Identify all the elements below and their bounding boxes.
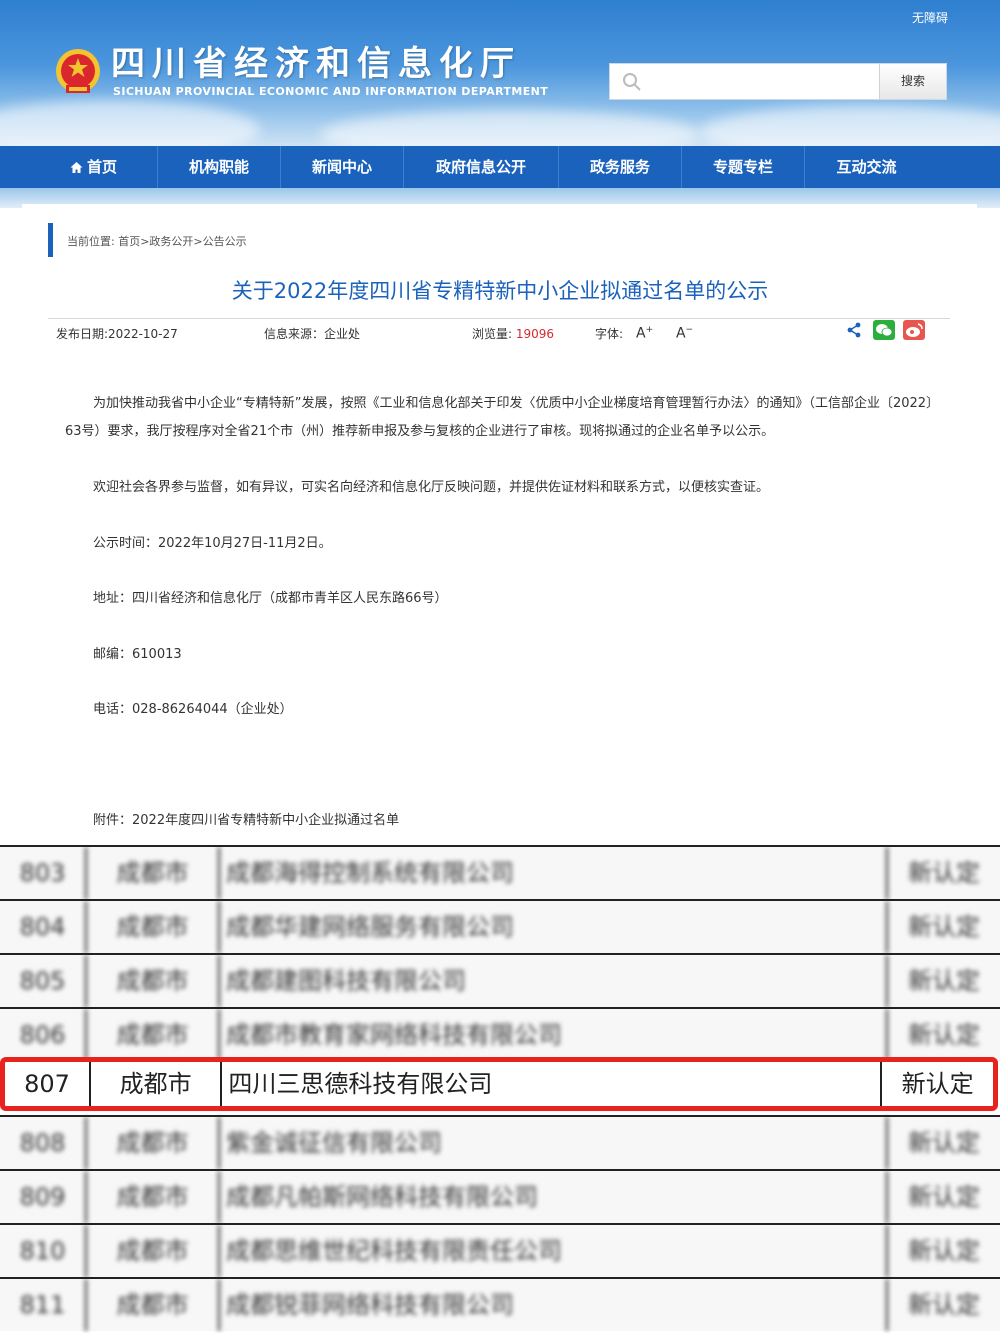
article-paragraph: 欢迎社会各界参与监督，如有异议，可实名向经济和信息化厅反映问题，并提供佐证材料和… xyxy=(93,480,770,495)
row-company: 成都建图科技有限公司 xyxy=(220,955,888,1007)
search-box: 搜索 xyxy=(609,63,947,100)
attachment-link[interactable]: 附件：2022年度四川省专精特新中小企业拟通过名单 xyxy=(65,807,940,835)
search-input[interactable] xyxy=(654,68,874,96)
view-count: 浏览量: 19096 xyxy=(472,325,554,342)
row-number: 806 xyxy=(0,1009,87,1061)
header-cloud xyxy=(0,100,260,146)
font-size-label: 字体: xyxy=(595,327,624,341)
nav-item-gov-info[interactable]: 政府信息公开 xyxy=(404,146,559,188)
row-number: 808 xyxy=(0,1117,87,1169)
meta-divider xyxy=(48,318,950,319)
nav-item-home[interactable]: 首页 xyxy=(30,146,158,188)
row-number: 804 xyxy=(0,901,87,953)
article-paragraph: 电话：028-86264044（企业处） xyxy=(93,702,293,717)
nav-item-label: 互动交流 xyxy=(836,158,897,176)
row-number: 803 xyxy=(0,847,87,899)
table-row: 806 成都市 成都市教育家网络科技有限公司 新认定 xyxy=(0,1007,1000,1061)
row-status: 新认定 xyxy=(908,1291,980,1319)
table-row: 804 成都市 成都华建网络服务有限公司 新认定 xyxy=(0,899,1000,953)
header-cloud xyxy=(320,110,700,146)
table-row: 811 成都市 成都锐菲网络科技有限公司 新认定 xyxy=(0,1277,1000,1331)
table-row: 810 成都市 成都思维世纪科技有限责任公司 新认定 xyxy=(0,1223,1000,1277)
breadcrumb-accent xyxy=(48,223,53,257)
site-subtitle: SICHUAN PROVINCIAL ECONOMIC AND INFORMAT… xyxy=(113,85,549,98)
row-number: 810 xyxy=(0,1225,87,1277)
font-increase-button[interactable]: A+ xyxy=(636,325,653,342)
row-status: 新认定 xyxy=(908,913,980,941)
view-count-label: 浏览量: xyxy=(472,327,513,341)
row-city: 成都市 xyxy=(87,1279,220,1331)
article-paragraph: 为加快推动我省中小企业“专精特新”发展，按照《工业和信息化部关于印发〈优质中小企… xyxy=(65,396,940,439)
main-nav: 首页 机构职能 新闻中心 政府信息公开 政务服务 专题专栏 互动交流 xyxy=(0,146,1000,188)
nav-item-label: 机构职能 xyxy=(188,158,249,176)
wechat-share-icon[interactable] xyxy=(873,320,895,340)
search-icon xyxy=(623,73,641,91)
site-title[interactable]: 四川省经济和信息化厅 xyxy=(111,44,521,84)
row-company: 成都市教育家网络科技有限公司 xyxy=(220,1009,888,1061)
row-city: 成都市 xyxy=(87,1117,220,1169)
nav-item-label: 专题专栏 xyxy=(712,158,773,176)
row-company: 成都锐菲网络科技有限公司 xyxy=(220,1279,888,1331)
row-city: 成都市 xyxy=(87,1171,220,1223)
row-number: 811 xyxy=(0,1279,87,1331)
table-row: 809 成都市 成都凡帕斯网络科技有限公司 新认定 xyxy=(0,1169,1000,1223)
row-company: 成都思维世纪科技有限责任公司 xyxy=(220,1225,888,1277)
nav-item-label: 政务服务 xyxy=(589,158,650,176)
info-source: 信息来源：企业处 xyxy=(264,327,361,341)
view-count-value: 19096 xyxy=(515,327,555,341)
publish-date: 发布日期:2022-10-27 xyxy=(56,327,178,341)
table-row: 805 成都市 成都建图科技有限公司 新认定 xyxy=(0,953,1000,1007)
row-number: 809 xyxy=(0,1171,87,1223)
nav-item-label: 新闻中心 xyxy=(311,158,372,176)
national-emblem-icon xyxy=(56,49,100,93)
row-status: 新认定 xyxy=(908,1129,980,1157)
article-title: 关于2022年度四川省专精特新中小企业拟通过名单的公示 xyxy=(231,279,769,303)
nav-item-interaction[interactable]: 互动交流 xyxy=(805,146,928,188)
row-company: 成都凡帕斯网络科技有限公司 xyxy=(220,1171,888,1223)
article-paragraph: 邮编：610013 xyxy=(93,647,182,662)
row-status: 新认定 xyxy=(908,1021,980,1049)
font-increase-glyph: A xyxy=(636,325,646,342)
nav-item-functions[interactable]: 机构职能 xyxy=(158,146,281,188)
row-company: 成都海得控制系统有限公司 xyxy=(220,847,888,899)
table-row: 803 成都市 成都海得控制系统有限公司 新认定 xyxy=(0,845,1000,899)
row-city: 成都市 xyxy=(87,955,220,1007)
share-icon[interactable] xyxy=(846,322,862,338)
row-city: 成都市 xyxy=(87,901,220,953)
highlighted-table-row: 807 成都市 四川三思德科技有限公司 新认定 xyxy=(0,1057,998,1111)
nav-item-topics[interactable]: 专题专栏 xyxy=(682,146,805,188)
weibo-share-icon[interactable] xyxy=(903,320,925,340)
row-company: 四川三思德科技有限公司 xyxy=(222,1062,883,1106)
row-number: 805 xyxy=(0,955,87,1007)
row-city: 成都市 xyxy=(87,1225,220,1277)
row-number: 807 xyxy=(5,1062,91,1106)
row-status: 新认定 xyxy=(908,1183,980,1211)
row-status: 新认定 xyxy=(901,1070,974,1098)
article-paragraph: 公示时间：2022年10月27日-11月2日。 xyxy=(93,536,332,551)
row-company: 成都华建网络服务有限公司 xyxy=(220,901,888,953)
row-status: 新认定 xyxy=(908,1237,980,1265)
search-button[interactable]: 搜索 xyxy=(879,64,946,99)
home-icon xyxy=(70,161,83,173)
article-paragraph: 地址：四川省经济和信息化厅（成都市青羊区人民东路66号） xyxy=(93,591,448,606)
breadcrumb[interactable]: 当前位置: 首页>政务公开>公告公示 xyxy=(67,233,247,249)
font-decrease-button[interactable]: A− xyxy=(676,325,693,342)
row-city: 成都市 xyxy=(87,1009,220,1061)
font-decrease-glyph: A xyxy=(676,325,686,342)
row-city: 成都市 xyxy=(87,847,220,899)
nav-item-label: 首页 xyxy=(86,158,117,176)
row-company: 紫金诚征信有限公司 xyxy=(220,1117,888,1169)
row-city: 成都市 xyxy=(91,1062,223,1106)
row-status: 新认定 xyxy=(908,967,980,995)
nav-item-news[interactable]: 新闻中心 xyxy=(281,146,404,188)
header-cloud xyxy=(700,105,1000,146)
company-list-table: 803 成都市 成都海得控制系统有限公司 新认定 804 成都市 成都华建网络服… xyxy=(0,845,1000,1333)
row-status: 新认定 xyxy=(908,859,980,887)
nav-item-services[interactable]: 政务服务 xyxy=(559,146,682,188)
site-header: 无障碍 四川省经济和信息化厅 SICHUAN PROVINCIAL ECONOM… xyxy=(0,0,1000,146)
accessibility-link[interactable]: 无障碍 xyxy=(912,9,948,26)
table-row: 808 成都市 紫金诚征信有限公司 新认定 xyxy=(0,1115,1000,1169)
nav-item-label: 政府信息公开 xyxy=(435,158,526,176)
